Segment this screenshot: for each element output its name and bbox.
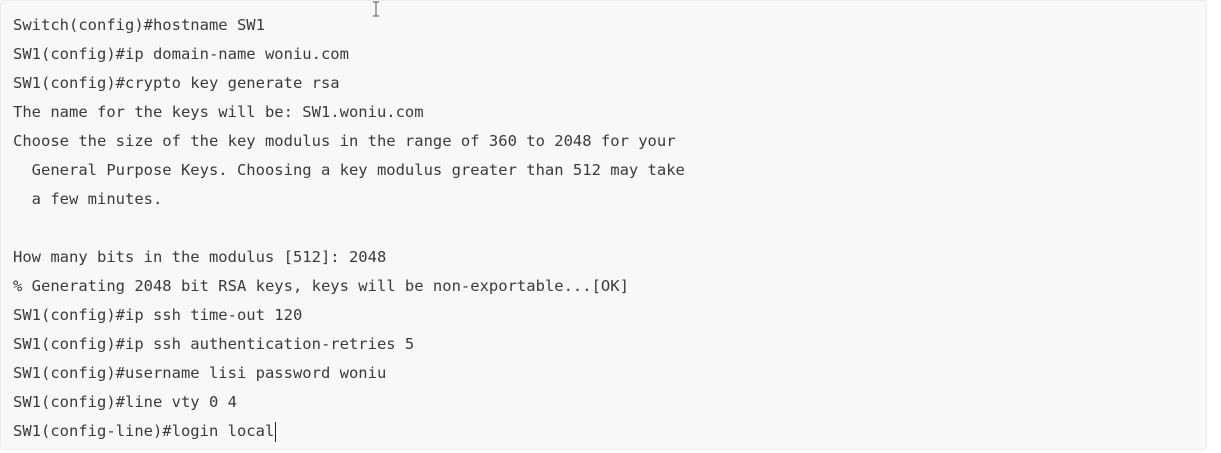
code-line: SW1(config)#ip domain-name woniu.com (13, 45, 349, 63)
code-line: Choose the size of the key modulus in th… (13, 132, 676, 150)
ibeam-cursor-icon (373, 1, 379, 17)
code-line-last: SW1(config-line)#login local (13, 417, 685, 446)
code-line: SW1(config)#crypto key generate rsa (13, 74, 340, 92)
code-lines: Switch(config)#hostname SW1 SW1(config)#… (13, 11, 685, 446)
code-line: a few minutes. (13, 190, 163, 208)
code-line: SW1(config)#username lisi password woniu (13, 364, 387, 382)
code-line: General Purpose Keys. Choosing a key mod… (13, 161, 685, 179)
code-line-text: SW1(config-line)#login local (13, 422, 275, 440)
code-line: SW1(config)#ip ssh authentication-retrie… (13, 335, 415, 353)
text-caret (275, 421, 277, 442)
code-line: % Generating 2048 bit RSA keys, keys wil… (13, 277, 629, 295)
code-line: SW1(config)#line vty 0 4 (13, 393, 237, 411)
code-block[interactable]: Switch(config)#hostname SW1 SW1(config)#… (0, 0, 1207, 450)
code-line: How many bits in the modulus [512]: 2048 (13, 248, 387, 266)
code-line: Switch(config)#hostname SW1 (13, 16, 265, 34)
code-line: The name for the keys will be: SW1.woniu… (13, 103, 424, 121)
code-line: SW1(config)#ip ssh time-out 120 (13, 306, 303, 324)
